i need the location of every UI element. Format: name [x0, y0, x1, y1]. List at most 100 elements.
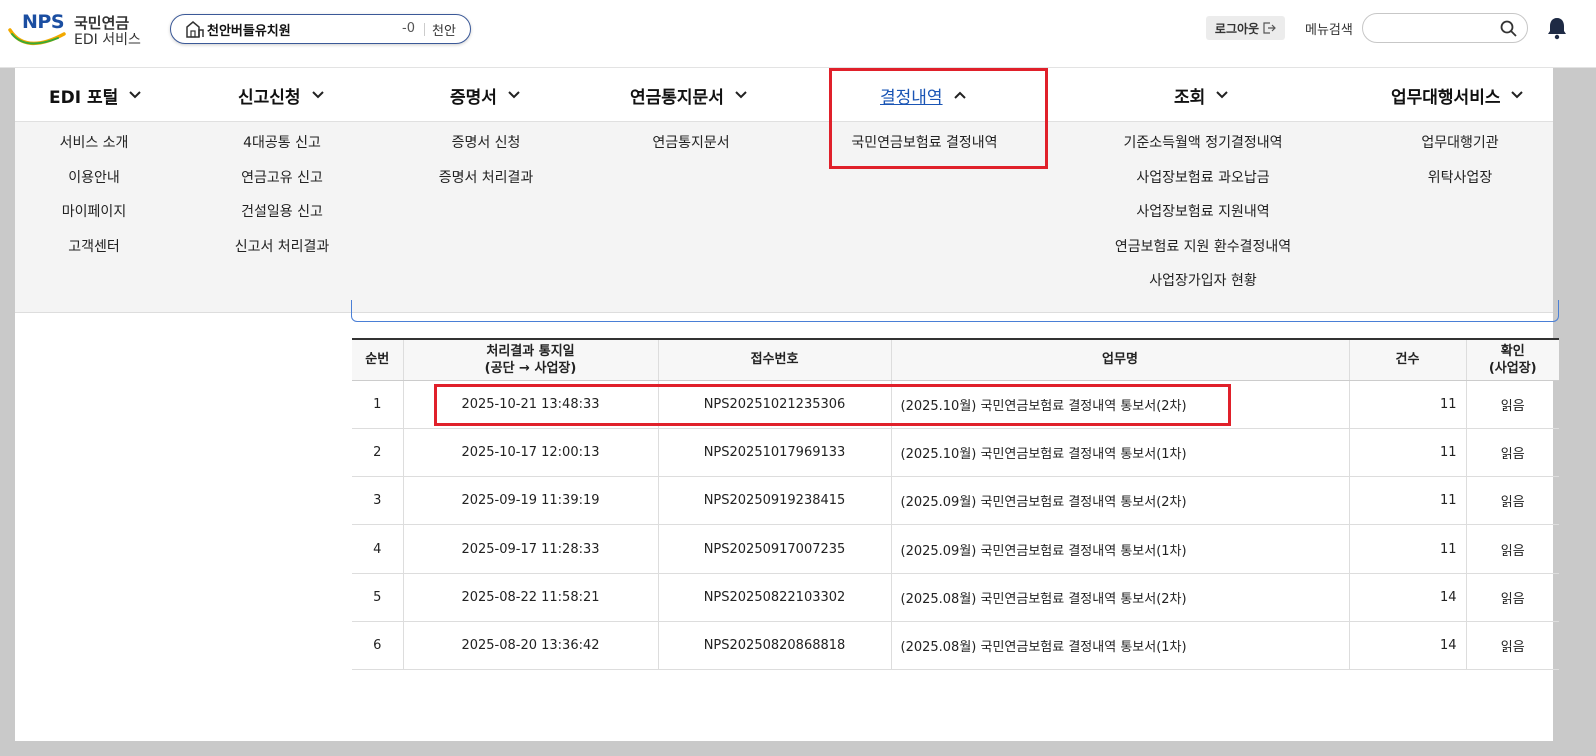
top-header: NPS 국민연금 EDI 서비스 천안버들유치원 -0 천안 로그아웃 메뉴검색	[0, 0, 1596, 68]
table-row[interactable]: 3 2025-09-19 11:39:19 NPS20250919238415 …	[352, 476, 1559, 526]
cell-task[interactable]: (2025.08월) 국민연금보험료 결정내역 통보서(1차)	[890, 621, 1349, 671]
submenu-item[interactable]: 서비스 소개	[15, 122, 173, 157]
cell-count: 11	[1348, 476, 1466, 526]
cell-no: 2	[352, 428, 403, 478]
nav-label: 조회	[1174, 87, 1206, 108]
menu-search-input[interactable]	[1373, 14, 1503, 42]
table-row[interactable]: 5 2025-08-22 11:58:21 NPS20250822103302 …	[352, 573, 1559, 622]
chevron-down-icon	[129, 91, 141, 99]
chevron-down-icon	[1511, 91, 1524, 99]
cell-count: 14	[1348, 621, 1466, 671]
submenu-edi-portal: 서비스 소개 이용안내 마이페이지 고객센터	[15, 122, 173, 260]
menu-search-label: 메뉴검색	[1305, 23, 1353, 38]
submenu-item[interactable]: 4대공통 신고	[202, 122, 362, 157]
submenu-item[interactable]: 연금보험료 지원 환수결정내역	[1087, 226, 1319, 261]
submenu-item[interactable]: 고객센터	[15, 226, 173, 261]
cell-date: 2025-09-17 11:28:33	[402, 524, 658, 574]
mega-menu-panel: 서비스 소개 이용안내 마이페이지 고객센터 4대공통 신고 연금고유 신고 건…	[15, 122, 1553, 313]
cell-receipt: NPS20250822103302	[657, 573, 891, 622]
building-icon	[186, 21, 204, 38]
col-header-confirm-line1: 확인	[1500, 343, 1525, 359]
logout-button[interactable]: 로그아웃	[1206, 16, 1285, 40]
nav-report[interactable]: 신고신청	[238, 68, 325, 122]
submenu-item[interactable]: 기준소득월액 정기결정내역	[1087, 122, 1319, 157]
nps-logo[interactable]: NPS 국민연금 EDI 서비스	[8, 10, 148, 50]
submenu-item[interactable]: 증명서 신청	[406, 122, 566, 157]
cell-task[interactable]: (2025.09월) 국민연금보험료 결정내역 통보서(2차)	[890, 476, 1349, 526]
nav-edi-portal[interactable]: EDI 포털	[49, 68, 142, 122]
highlight-box-row	[434, 384, 1231, 426]
cell-confirm: 읽음	[1465, 573, 1559, 622]
bell-icon[interactable]	[1546, 16, 1568, 40]
menu-search-box	[1362, 13, 1528, 43]
submenu-item[interactable]: 사업장보험료 과오납금	[1087, 157, 1319, 192]
col-header-confirm-line2: (사업장)	[1488, 360, 1537, 376]
table-row[interactable]: 2 2025-10-17 12:00:13 NPS20251017969133 …	[352, 428, 1559, 478]
submenu-item[interactable]: 신고서 처리결과	[202, 226, 362, 261]
search-panel-edge	[351, 300, 1559, 322]
submenu-pension-notice: 연금통지문서	[611, 122, 771, 157]
logout-label: 로그아웃	[1214, 21, 1260, 36]
col-header-confirm: 확인 (사업장)	[1465, 338, 1559, 381]
cell-task[interactable]: (2025.08월) 국민연금보험료 결정내역 통보서(2차)	[890, 573, 1349, 622]
chevron-down-icon	[1216, 91, 1228, 99]
nav-label: 증명서	[450, 87, 497, 108]
table-header-row: 순번 처리결과 통지일 (공단 → 사업장) 접수번호 업무명 건수 확인 (사업장…	[352, 338, 1559, 381]
cell-count: 11	[1348, 524, 1466, 574]
cell-count: 11	[1348, 380, 1466, 429]
chevron-down-icon	[311, 91, 324, 99]
cell-task[interactable]: (2025.10월) 국민연금보험료 결정내역 통보서(1차)	[890, 428, 1349, 478]
submenu-item[interactable]: 건설일용 신고	[202, 191, 362, 226]
nav-label: 신고신청	[238, 87, 301, 108]
submenu-item[interactable]: 위탁사업장	[1388, 157, 1532, 192]
nav-label: EDI 포털	[49, 87, 119, 108]
submenu-item[interactable]: 이용안내	[15, 157, 173, 192]
workplace-selector[interactable]: 천안버들유치원 -0 천안	[170, 14, 471, 44]
col-header-date: 처리결과 통지일 (공단 → 사업장)	[402, 338, 658, 381]
submenu-item[interactable]: 사업장보험료 지원내역	[1087, 191, 1319, 226]
cell-date: 2025-08-20 13:36:42	[402, 621, 658, 671]
nav-label: 연금통지문서	[630, 87, 724, 108]
cell-count: 14	[1348, 573, 1466, 622]
cell-confirm: 읽음	[1465, 380, 1559, 429]
submenu-item[interactable]: 사업장가입자 현황	[1087, 260, 1319, 295]
cell-receipt: NPS20250919238415	[657, 476, 891, 526]
cell-receipt: NPS20250917007235	[657, 524, 891, 574]
submenu-item[interactable]: 연금고유 신고	[202, 157, 362, 192]
submenu-certificate: 증명서 신청 증명서 처리결과	[406, 122, 566, 191]
submenu-item[interactable]: 연금통지문서	[611, 122, 771, 157]
col-header-receipt: 접수번호	[657, 338, 891, 381]
workplace-name: 천안버들유치원	[207, 23, 291, 39]
submenu-item[interactable]: 증명서 처리결과	[406, 157, 566, 192]
workplace-code: -0	[402, 21, 415, 36]
chevron-down-icon	[735, 91, 747, 99]
logout-icon	[1263, 22, 1276, 34]
table-row[interactable]: 4 2025-09-17 11:28:33 NPS20250917007235 …	[352, 524, 1559, 574]
workplace-region: 천안	[432, 24, 456, 39]
submenu-report: 4대공통 신고 연금고유 신고 건설일용 신고 신고서 처리결과	[202, 122, 362, 260]
cell-no: 5	[352, 573, 403, 622]
nav-agency-service[interactable]: 업무대행서비스	[1391, 68, 1524, 122]
submenu-item[interactable]: 마이페이지	[15, 191, 173, 226]
divider	[424, 23, 425, 36]
col-header-count: 건수	[1348, 338, 1466, 381]
col-header-date-line2: (공단 → 사업장)	[484, 360, 577, 376]
cell-confirm: 읽음	[1465, 476, 1559, 526]
cell-no: 3	[352, 476, 403, 526]
scroll-area	[1553, 0, 1596, 756]
col-header-no: 순번	[352, 338, 403, 381]
cell-date: 2025-08-22 11:58:21	[402, 573, 658, 622]
nav-certificate[interactable]: 증명서	[450, 68, 521, 122]
search-icon[interactable]	[1500, 20, 1517, 37]
cell-confirm: 읽음	[1465, 524, 1559, 574]
cell-confirm: 읽음	[1465, 621, 1559, 671]
table-row[interactable]: 6 2025-08-20 13:36:42 NPS20250820868818 …	[352, 621, 1559, 671]
submenu-item[interactable]: 업무대행기관	[1388, 122, 1532, 157]
nav-pension-notice[interactable]: 연금통지문서	[630, 68, 748, 122]
logo-nps-text: NPS	[22, 11, 65, 33]
cell-count: 11	[1348, 428, 1466, 478]
submenu-inquiry: 기준소득월액 정기결정내역 사업장보험료 과오납금 사업장보험료 지원내역 연금…	[1087, 122, 1319, 295]
cell-task[interactable]: (2025.09월) 국민연금보험료 결정내역 통보서(1차)	[890, 524, 1349, 574]
cell-no: 4	[352, 524, 403, 574]
nav-inquiry[interactable]: 조회	[1174, 68, 1229, 122]
